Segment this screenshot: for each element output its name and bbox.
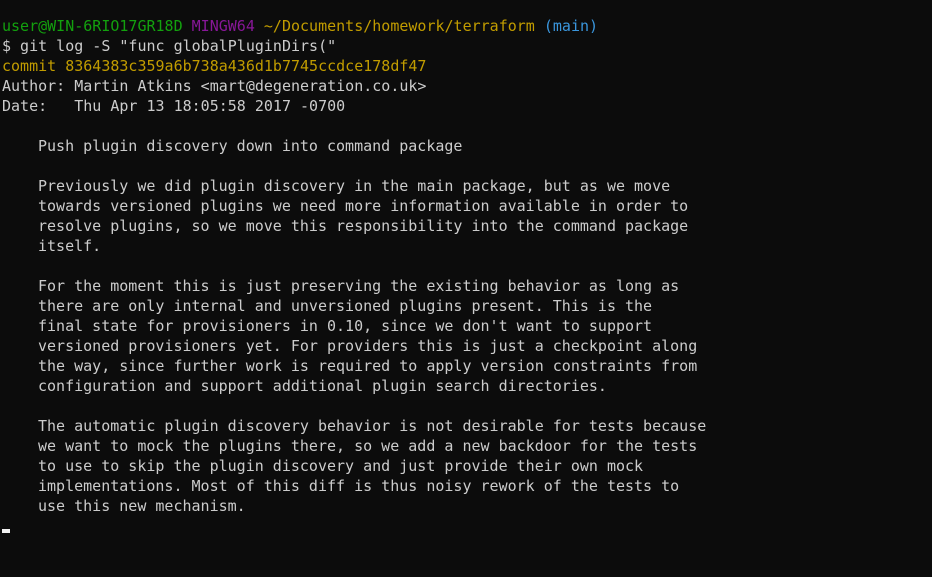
commit-body-line: For the moment this is just preserving t… <box>38 277 680 295</box>
commit-author-line: Author: Martin Atkins <mart@degeneration… <box>2 77 427 95</box>
prompt-user-host: user@WIN-6RIO17GR18D <box>2 17 183 35</box>
commit-body-line: itself. <box>38 237 102 255</box>
commit-body-line: configuration and support additional plu… <box>38 377 607 395</box>
terminal-window[interactable]: user@WIN-6RIO17GR18D MINGW64 ~/Documents… <box>0 0 932 577</box>
prompt-env: MINGW64 <box>191 17 255 35</box>
commit-body-line: Previously we did plugin discovery in th… <box>38 177 671 195</box>
commit-body-line: versioned provisioners yet. For provider… <box>38 337 698 355</box>
commit-body-line: there are only internal and unversioned … <box>38 297 653 315</box>
commit-body-line: resolve plugins, so we move this respons… <box>38 217 689 235</box>
commit-body-line: the way, since further work is required … <box>38 357 698 375</box>
cursor-line <box>2 516 932 536</box>
text-cursor <box>2 529 10 533</box>
commit-body-line: The automatic plugin discovery behavior … <box>38 417 707 435</box>
commit-hash-line: commit 8364383c359a6b738a436d1b7745ccdce… <box>2 57 427 75</box>
commit-body-line: use this new mechanism. <box>38 497 246 515</box>
commit-body-line: we want to mock the plugins there, so we… <box>38 437 698 455</box>
commit-body-line: final state for provisioners in 0.10, si… <box>38 317 653 335</box>
commit-body-line: towards versioned plugins we need more i… <box>38 197 689 215</box>
command-line: $ git log -S "func globalPluginDirs(" <box>2 37 337 55</box>
commit-date-line: Date: Thu Apr 13 18:05:58 2017 -0700 <box>2 97 346 115</box>
prompt-line: user@WIN-6RIO17GR18D MINGW64 ~/Documents… <box>2 16 932 36</box>
prompt-path: ~/Documents/homework/terraform <box>263 17 535 35</box>
commit-subject: Push plugin discovery down into command … <box>38 137 463 155</box>
commit-body-line: implementations. Most of this diff is th… <box>38 477 680 495</box>
prompt-branch: (main) <box>543 17 599 35</box>
commit-body-line: to use to skip the plugin discovery and … <box>38 457 644 475</box>
